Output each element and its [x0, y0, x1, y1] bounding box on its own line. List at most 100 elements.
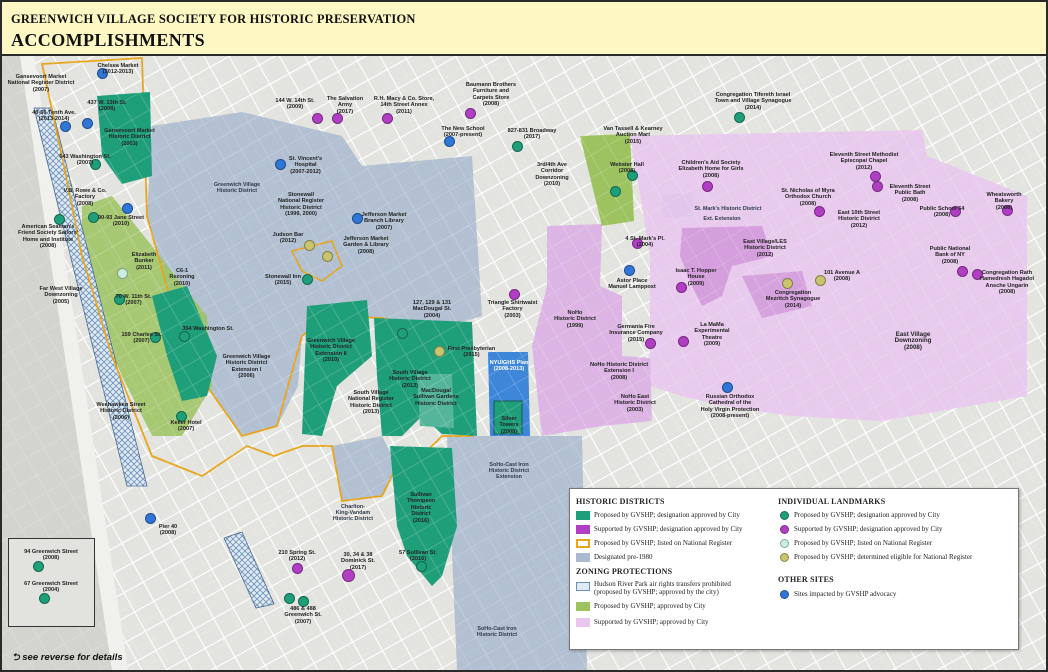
spring-210-marker[interactable]: [292, 563, 303, 574]
label-dominick: 30, 34 & 38 Dominick St. (2017): [341, 552, 375, 571]
legend-dot-gvshp-approved: [780, 511, 789, 520]
greenwich-67-marker[interactable]: [39, 593, 50, 604]
label-spring-210: 210 Spring St. (2012): [278, 550, 316, 563]
label-sullivan-57: 57 Sullivan St. (2016): [399, 550, 437, 563]
legend-other-sites: Sites impacted by GVSHP advocacy: [794, 590, 897, 598]
label-greenwich-94: 94 Greenwich Street (2008): [24, 549, 78, 562]
legend-dot-supported-city: [780, 525, 789, 534]
see-reverse-link[interactable]: ⮌ see reverse for details: [12, 650, 123, 666]
baumann-marker[interactable]: [465, 108, 476, 119]
label-rowe: V.B. Rowe & Co. Factory (2008): [63, 188, 107, 207]
label-wash-643: 643 Washington St. (2007): [59, 154, 111, 167]
map-frame: GREENWICH VILLAGE SOCIETY FOR HISTORIC P…: [0, 0, 1048, 672]
label-gansevoort-hd: Gansevoort Market Historic District (200…: [104, 128, 155, 147]
label-tenth-ave: 40-56 Tenth Ave. (2013-2014): [32, 110, 76, 123]
label-ave-a: 101 Avenue A (2008): [823, 270, 861, 283]
legend-lm-supported-city: Supported by GVSHP; designation approved…: [794, 525, 943, 533]
label-st-nicholas: St. Nicholas of Myra Orthodox Church (20…: [781, 188, 835, 207]
label-gv-ext-2: Greenwich Village Historic District Exte…: [306, 338, 356, 364]
st-nicholas-marker[interactable]: [814, 206, 825, 217]
label-noho-hd: NoHo Historic District (1999): [554, 310, 596, 329]
label-charles: 159 Charles St. (2007): [121, 332, 162, 345]
jefferson-garden-marker[interactable]: [322, 251, 333, 262]
label-w14th: 144 W. 14th St. (2009): [275, 98, 315, 111]
label-charlton: Charlton- King-Vandam Historic District: [332, 504, 374, 523]
label-st-marks-pl: 4 St. Mark's Pl. (2004): [625, 236, 665, 249]
webster-hall-marker[interactable]: [610, 186, 621, 197]
label-wash-354: 354 Washington St.: [182, 326, 234, 332]
label-gansevoort-nr: Gansevoort Market National Register Dist…: [7, 74, 75, 93]
legend-item-supported-city: Supported by GVSHP; designation approved…: [594, 525, 743, 533]
legend-dot-national-register: [780, 539, 789, 548]
legend-zoning-heading: ZONING PROTECTIONS: [576, 567, 673, 576]
label-astor-lamppost: Astor Place Manuel Lamppost: [608, 278, 656, 291]
greenwich-94-marker[interactable]: [33, 561, 44, 572]
legend-swatch-pre1980: [576, 553, 590, 562]
childrens-aid-marker[interactable]: [702, 181, 713, 192]
wash-354-marker[interactable]: [179, 331, 190, 342]
label-noho-east: NoHo East Historic District (2003): [614, 394, 656, 413]
label-east10th: East 10th Street Historic District (2012…: [837, 210, 881, 229]
russian-orthodox-marker[interactable]: [722, 382, 733, 393]
map-legend: HISTORIC DISTRICTS Proposed by GVSHP; de…: [569, 488, 1019, 650]
label-weehawken: Weehawken Street Historic District (2006…: [96, 402, 146, 421]
label-rh-macy: R.H. Macy & Co. Store, 14th Street Annex…: [373, 96, 435, 115]
label-tifereth: Congregation Tifereth Israel Town and Vi…: [714, 92, 792, 111]
label-soho-ext: SoHo-Cast Iron Historic District Extensi…: [488, 462, 530, 481]
label-gv-hd: Greenwich Village Historic District: [213, 182, 261, 195]
label-la-mama: La MaMa Experimental Theatre (2009): [694, 322, 730, 348]
label-childrens-aid: Children's Aid Society Elizabeth Home fo…: [678, 160, 744, 179]
legend-item-hudson: Hudson River Park air rights transfers p…: [594, 580, 731, 596]
legend-swatch-zoning-gvshp: [576, 602, 590, 611]
legend-swatch-national-register: [576, 539, 590, 548]
inset-map[interactable]: 94 Greenwich Street (2008) 67 Greenwich …: [8, 538, 95, 627]
label-keller: Keller Hotel (2007): [170, 420, 202, 433]
label-greenwich-67: 67 Greenwich Street (2004): [24, 581, 78, 594]
legend-swatch-hudson: [576, 582, 590, 591]
label-triangle: Triangle Shirtwaist Factory (2003): [487, 300, 538, 319]
label-far-west: Far West Village Downzoning (2005): [39, 286, 83, 305]
national-bank-marker[interactable]: [957, 266, 968, 277]
label-silver-towers: Silver Towers (2008): [499, 416, 519, 435]
legend-lm-national-register: Proposed by GVSHP; listed on National Re…: [794, 539, 933, 547]
label-w13th: 437 W. 13th St. (2008): [87, 100, 127, 113]
legend-historic-heading: HISTORIC DISTRICTS: [576, 497, 665, 506]
label-seamans: American Seaman's Friend Society Sailors…: [17, 224, 79, 250]
pier40-marker[interactable]: [145, 513, 156, 524]
legend-item-zoning-gvshp: Proposed by GVSHP; approved by City: [594, 602, 706, 610]
label-methodist: Eleventh Street Methodist Episcopal Chap…: [829, 152, 899, 171]
label-soho: SoHo-Cast Iron Historic District: [476, 626, 518, 639]
label-new-school: The New School (2007-present): [441, 126, 485, 139]
label-jefferson-garden: Jefferson Market Garden & Library (2008): [343, 236, 389, 255]
macdougal-127-marker[interactable]: [397, 328, 408, 339]
legend-swatch-supported-city: [576, 525, 590, 534]
legend-landmarks-heading: INDIVIDUAL LANDMARKS: [778, 497, 886, 506]
label-judson: Judson Bar (2012): [272, 232, 304, 245]
organization-name: GREENWICH VILLAGE SOCIETY FOR HISTORIC P…: [11, 12, 416, 26]
label-russian-orthodox: Russian Orthodox Cathedral of the Holy V…: [700, 394, 760, 420]
label-stonewall-nr: Stonewall National Register Historic Dis…: [277, 192, 324, 218]
legend-swatch-zoning-supported: [576, 618, 590, 627]
tifereth-marker[interactable]: [734, 112, 745, 123]
legend-item-pre1980: Designated pre-1980: [594, 553, 653, 561]
broadway-827-marker[interactable]: [512, 141, 523, 152]
label-third-ave: 3rd/4th Ave Corridor Downzoning (2010): [535, 162, 569, 188]
astor-lamppost-marker[interactable]: [624, 265, 635, 276]
legend-swatch-gvshp-approved: [576, 511, 590, 520]
legend-lm-gvshp-approved: Proposed by GVSHP; designation approved …: [794, 511, 940, 519]
label-chelsea-market: Chelsea Market (2012-2013): [97, 63, 139, 76]
jane-st-marker[interactable]: [122, 203, 133, 214]
undo-arrow-icon: ⮌: [12, 652, 20, 663]
legend-dot-eligible: [780, 553, 789, 562]
label-baumann: Baumann Brothers Furniture and Carpets S…: [465, 82, 517, 108]
triangle-marker[interactable]: [509, 289, 520, 300]
map-header: GREENWICH VILLAGE SOCIETY FOR HISTORIC P…: [2, 2, 1046, 56]
legend-dot-other: [780, 590, 789, 599]
label-ev-downzoning: East Village Downzoning (2008): [894, 331, 932, 351]
legend-item-gvshp-approved: Proposed by GVSHP; designation approved …: [594, 511, 740, 519]
label-national-bank: Public National Bank of NY (2008): [929, 246, 971, 265]
greenwich-486-marker[interactable]: [284, 593, 295, 604]
label-w11th: 70 W. 11th St. (2007): [115, 294, 152, 307]
mezritch-marker[interactable]: [782, 278, 793, 289]
label-macdougal-sullivan: MacDougal Sullivan Gardens Historic Dist…: [413, 388, 459, 407]
